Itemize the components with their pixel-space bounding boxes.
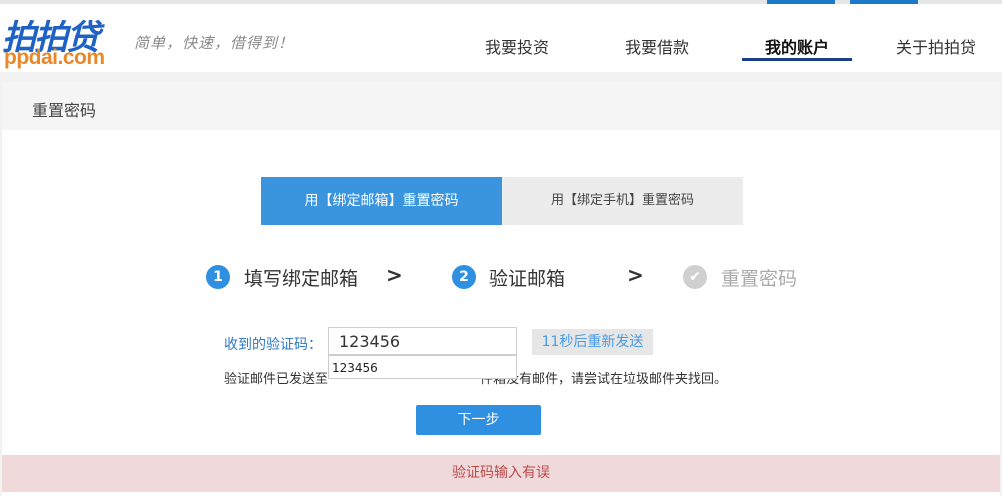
panel-header: 重置密码	[2, 82, 1000, 130]
step-1-label: 填写绑定邮箱	[244, 268, 359, 290]
verification-code-input[interactable]: 123456	[328, 327, 517, 355]
header-accent-strip	[767, 0, 835, 4]
step-2-label: 验证邮箱	[489, 268, 566, 290]
reset-password-panel: 重置密码 用【绑定邮箱】重置密码 用【绑定手机】重置密码 1 填写绑定邮箱 > …	[2, 82, 1000, 496]
header-accent-strip	[850, 0, 918, 4]
tab-phone-reset[interactable]: 用【绑定手机】重置密码	[502, 177, 743, 225]
nav-item-invest[interactable]: 我要投资	[485, 34, 549, 58]
info-suffix: 件箱没有邮件，请尝试在垃圾邮件夹找回。	[480, 372, 728, 387]
step-separator-chevron: >	[627, 263, 644, 287]
nav-item-my-account[interactable]: 我的账户	[765, 34, 829, 58]
logo-domain: ppdai.com	[4, 46, 105, 69]
error-message: 验证码输入有误	[2, 455, 1000, 492]
nav-item-borrow[interactable]: 我要借款	[625, 34, 689, 58]
nav-active-indicator	[742, 58, 852, 61]
site-logo[interactable]: 拍拍贷 ppdai.com	[2, 8, 128, 72]
autocomplete-suggestion[interactable]: 123456	[328, 355, 517, 379]
tab-email-reset[interactable]: 用【绑定邮箱】重置密码	[261, 177, 502, 225]
verification-code-label: 收到的验证码：	[224, 337, 322, 353]
nav-item-about[interactable]: 关于拍拍贷	[896, 34, 976, 58]
next-step-button[interactable]: 下一步	[416, 405, 541, 435]
info-prefix: 验证邮件已发送至	[224, 372, 329, 387]
check-icon: ✔	[683, 265, 707, 289]
resend-code-button[interactable]: 11秒后重新发送	[532, 329, 653, 355]
page-title: 重置密码	[32, 101, 97, 120]
step-1-number: 1	[206, 265, 230, 289]
step-separator-chevron: >	[386, 263, 403, 287]
slogan: 简单，快速，借得到！	[134, 34, 295, 52]
step-3-label: 重置密码	[721, 268, 798, 290]
top-header: 拍拍贷 ppdai.com 简单，快速，借得到！ 我要投资 我要借款 我的账户 …	[0, 0, 1002, 72]
step-2-number: 2	[452, 265, 476, 289]
